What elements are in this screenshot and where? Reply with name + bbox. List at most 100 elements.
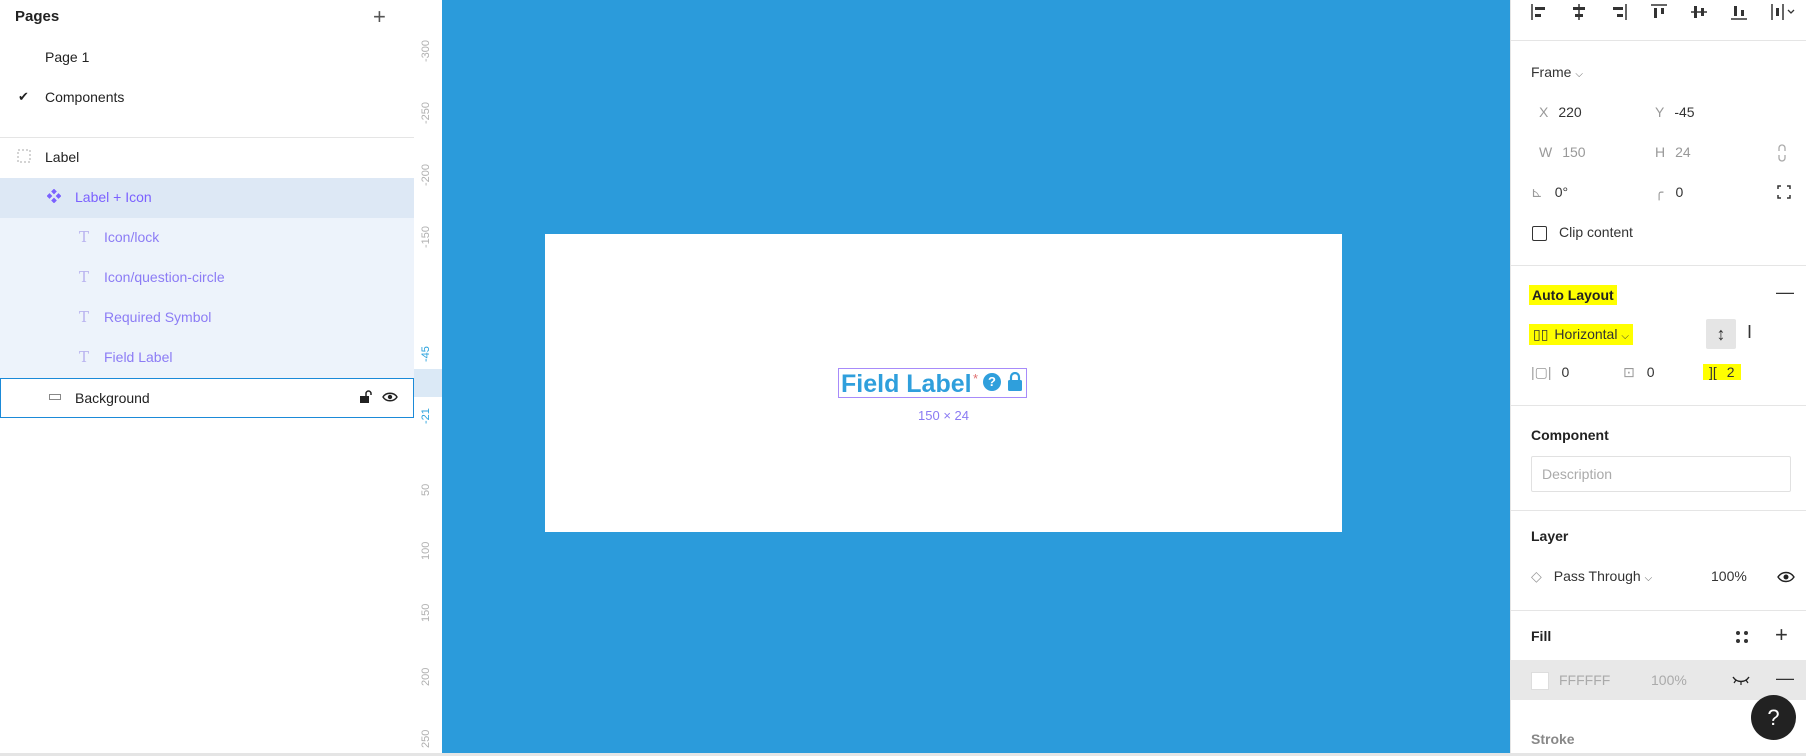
align-bottom-icon[interactable]: [1729, 2, 1749, 22]
ruler-tick: -150: [420, 225, 432, 248]
frame-type-dropdown[interactable]: Frame ⌵: [1531, 64, 1583, 80]
clip-content-checkbox[interactable]: [1532, 226, 1547, 241]
vertical-padding-field[interactable]: ⊡ 0: [1623, 364, 1655, 381]
w-label: W: [1539, 144, 1553, 160]
layer-icon-lock[interactable]: T Icon/lock: [0, 218, 414, 258]
clip-content-label: Clip content: [1559, 224, 1633, 240]
canvas[interactable]: Field Label * ? 150 × 24: [442, 0, 1510, 756]
lock-icon[interactable]: [1007, 371, 1023, 392]
spacing-field[interactable]: ][ 2: [1703, 364, 1741, 380]
layer-name: Label: [45, 149, 80, 165]
spacing-icon: ][: [1709, 364, 1717, 380]
layer-label-frame[interactable]: Label: [0, 138, 414, 178]
x-label: X: [1539, 104, 1549, 120]
ruler-tick: -250: [420, 101, 432, 124]
horizontal-padding-field[interactable]: |▢| 0: [1531, 364, 1569, 381]
layer-label-icon-component[interactable]: Label + Icon: [0, 178, 414, 218]
chevron-down-icon: ⌵: [1621, 331, 1629, 342]
h-value: 24: [1675, 144, 1691, 160]
rotation-field[interactable]: ⊾ 0°: [1531, 184, 1568, 201]
remove-auto-layout-icon[interactable]: —: [1776, 282, 1794, 303]
blend-mode-dropdown[interactable]: ◇ Pass Through ⌵: [1531, 568, 1652, 585]
y-field[interactable]: Y -45: [1655, 104, 1695, 120]
eye-closed-icon[interactable]: [1732, 674, 1750, 686]
constrain-proportions-icon[interactable]: [1776, 144, 1788, 162]
independent-corners-icon[interactable]: [1777, 185, 1791, 199]
rotation-icon: ⊾: [1531, 184, 1543, 200]
add-fill-icon[interactable]: +: [1775, 622, 1788, 648]
h-field[interactable]: H 24: [1655, 144, 1691, 160]
layer-name: Icon/lock: [104, 229, 160, 245]
ruler-tick: 250: [420, 729, 432, 748]
question-circle-icon[interactable]: ?: [983, 373, 1001, 391]
description-input[interactable]: [1532, 457, 1792, 491]
fill-item[interactable]: FFFFFF 100% —: [1511, 660, 1806, 700]
fill-title: Fill: [1531, 628, 1552, 644]
horizontal-padding-icon: |▢|: [1531, 364, 1552, 380]
ruler-tick: 150: [420, 603, 432, 622]
opacity-field[interactable]: 100%: [1711, 568, 1747, 584]
text-icon: T: [78, 348, 89, 366]
selection-dimensions: 150 × 24: [918, 408, 969, 423]
horizontal-direction-icon: ▯▯: [1533, 326, 1549, 342]
frame-label: Frame: [1531, 64, 1572, 80]
ruler-tick: -200: [420, 163, 432, 186]
align-right-icon[interactable]: [1609, 2, 1629, 22]
checkmark-icon: ✔: [18, 89, 29, 104]
ruler-tick-selection-bottom: -21: [420, 408, 432, 424]
fill-color-swatch[interactable]: [1531, 672, 1549, 690]
unlock-icon[interactable]: [357, 390, 373, 406]
layer-name: Icon/question-circle: [104, 269, 225, 285]
label-icon-component[interactable]: Field Label * ?: [838, 368, 1027, 398]
fill-hex-value[interactable]: FFFFFF: [1559, 672, 1610, 688]
align-top-icon[interactable]: [1649, 2, 1669, 22]
direction-dropdown[interactable]: ▯▯ Horizontal ⌵: [1529, 324, 1633, 345]
spacing-value: 2: [1726, 364, 1735, 380]
component-title: Component: [1531, 427, 1609, 443]
required-symbol[interactable]: *: [973, 371, 978, 386]
eye-icon[interactable]: [1777, 570, 1795, 584]
ruler-selection-highlight: [414, 369, 442, 397]
vertical-padding-icon: ⊡: [1623, 364, 1635, 380]
align-horizontal-center-icon[interactable]: [1569, 2, 1589, 22]
label-frame[interactable]: Field Label * ? 150 × 24: [545, 234, 1342, 532]
auto-layout-title: Auto Layout: [1529, 285, 1617, 305]
rotation-value: 0°: [1554, 184, 1569, 200]
align-left-icon[interactable]: [1529, 2, 1549, 22]
x-value: 220: [1558, 104, 1582, 120]
corner-radius-icon: ╭: [1655, 184, 1664, 200]
align-vertical-center-icon[interactable]: [1689, 2, 1709, 22]
layer-field-label[interactable]: T Field Label: [0, 338, 414, 378]
corner-radius-field[interactable]: ╭ 0: [1655, 184, 1683, 201]
layer-title: Layer: [1531, 528, 1569, 544]
figma-editor: Pages + Page 1 ✔ Components Label Label …: [0, 0, 1806, 756]
field-label-text[interactable]: Field Label: [841, 370, 972, 399]
stroke-title: Stroke: [1531, 731, 1575, 747]
text-cursor-icon[interactable]: I: [1747, 322, 1752, 343]
rectangle-icon: [47, 390, 63, 406]
ruler-tick: -300: [420, 39, 432, 62]
page-item-page-1[interactable]: Page 1: [0, 38, 414, 78]
page-item-components[interactable]: ✔ Components: [0, 78, 414, 118]
description-field[interactable]: [1531, 456, 1792, 492]
layer-background[interactable]: Background: [0, 378, 414, 418]
layer-icon-question-circle[interactable]: T Icon/question-circle: [0, 258, 414, 298]
style-grid-icon[interactable]: [1735, 630, 1749, 644]
eye-icon[interactable]: [382, 390, 398, 406]
w-field[interactable]: W 150: [1539, 144, 1586, 160]
layer-required-symbol[interactable]: T Required Symbol: [0, 298, 414, 338]
remove-fill-icon[interactable]: —: [1776, 668, 1794, 689]
x-field[interactable]: X 220: [1539, 104, 1582, 120]
help-button[interactable]: ?: [1751, 695, 1796, 740]
vertical-resize-icon[interactable]: ↕: [1706, 319, 1736, 349]
add-page-icon[interactable]: +: [373, 4, 386, 30]
chevron-down-icon: ⌵: [1644, 573, 1653, 584]
divider: [1511, 610, 1806, 611]
w-value: 150: [1562, 144, 1586, 160]
padding-v-value: 0: [1646, 364, 1655, 380]
layer-name: Background: [75, 390, 150, 406]
fill-opacity-value[interactable]: 100%: [1651, 672, 1687, 688]
distribute-icon[interactable]: [1769, 2, 1799, 22]
y-value: -45: [1674, 104, 1695, 120]
page-label: Page 1: [45, 49, 90, 65]
